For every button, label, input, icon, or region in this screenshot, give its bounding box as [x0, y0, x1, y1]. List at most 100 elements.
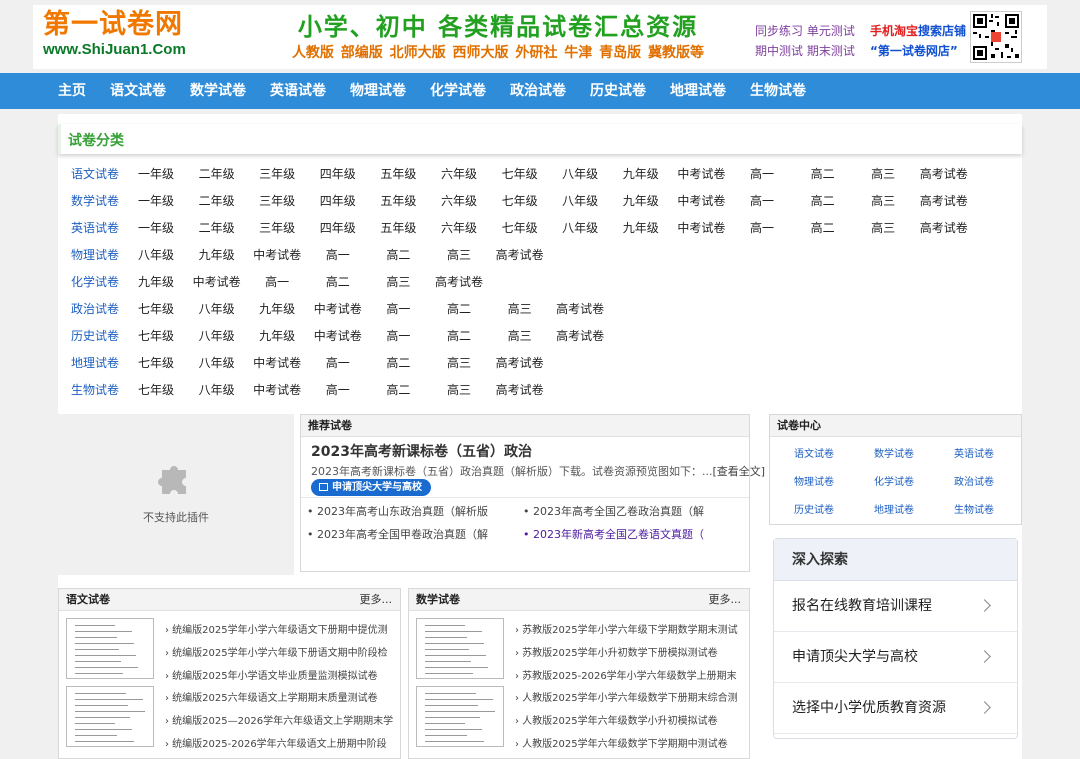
category-link[interactable]: 六年级: [429, 218, 489, 238]
category-link[interactable]: 中考试卷: [671, 191, 731, 211]
category-link[interactable]: 高考试卷: [429, 272, 489, 292]
category-row-head[interactable]: 地理试卷: [65, 353, 125, 373]
nav-item-1[interactable]: 语文试卷: [110, 73, 166, 109]
view-full-link[interactable]: [查看全文]: [712, 465, 765, 478]
recommend-list-item[interactable]: • 2023年高考全国乙卷政治真题（解: [523, 503, 704, 519]
exam-center-link[interactable]: 数学试卷: [854, 445, 934, 460]
category-link[interactable]: 六年级: [429, 164, 489, 184]
exam-list-item[interactable]: › 人教版2025学年小学六年级数学下册期末综合测: [515, 689, 738, 704]
category-link[interactable]: 中考试卷: [247, 353, 307, 373]
category-link[interactable]: 九年级: [611, 191, 671, 211]
category-link[interactable]: 四年级: [308, 218, 368, 238]
exam-list-item[interactable]: › 统编版2025六年级语文上学期期末质量测试卷: [165, 689, 378, 704]
category-row-head[interactable]: 政治试卷: [65, 299, 125, 319]
recommend-list-item[interactable]: • 2023年新高考全国乙卷语文真题（: [523, 526, 704, 542]
category-link[interactable]: 九年级: [611, 218, 671, 238]
category-link[interactable]: 八年级: [187, 299, 247, 319]
exam-center-link[interactable]: 政治试卷: [934, 473, 1014, 488]
category-link[interactable]: 八年级: [187, 380, 247, 400]
category-link[interactable]: 七年级: [490, 218, 550, 238]
category-link[interactable]: 中考试卷: [247, 380, 307, 400]
category-link[interactable]: 高一: [308, 353, 368, 373]
category-link[interactable]: 高二: [429, 326, 489, 346]
category-link[interactable]: 高一: [732, 218, 792, 238]
category-link[interactable]: 八年级: [550, 191, 610, 211]
category-link[interactable]: 高考试卷: [490, 380, 550, 400]
category-link[interactable]: 中考试卷: [671, 164, 731, 184]
category-link[interactable]: 五年级: [368, 191, 428, 211]
exam-thumbnail[interactable]: [416, 686, 504, 747]
category-link[interactable]: 高一: [732, 164, 792, 184]
category-link[interactable]: 二年级: [187, 218, 247, 238]
category-link[interactable]: 高三: [429, 353, 489, 373]
exam-center-link[interactable]: 物理试卷: [774, 473, 854, 488]
category-link[interactable]: 高考试卷: [914, 164, 974, 184]
category-link[interactable]: 高二: [793, 218, 853, 238]
category-link[interactable]: 高二: [368, 245, 428, 265]
explore-item[interactable]: 报名在线教育培训课程: [774, 581, 1017, 632]
nav-item-4[interactable]: 物理试卷: [350, 73, 406, 109]
category-link[interactable]: 高二: [429, 299, 489, 319]
category-link[interactable]: 高考试卷: [490, 245, 550, 265]
category-link[interactable]: 高三: [490, 299, 550, 319]
category-link[interactable]: 八年级: [187, 326, 247, 346]
category-link[interactable]: 高一: [368, 326, 428, 346]
category-link[interactable]: 九年级: [247, 326, 307, 346]
category-link[interactable]: 八年级: [550, 218, 610, 238]
nav-item-3[interactable]: 英语试卷: [270, 73, 326, 109]
category-link[interactable]: 八年级: [126, 245, 186, 265]
category-link[interactable]: 高二: [368, 353, 428, 373]
exam-list-item[interactable]: › 苏教版2025学年小学六年级下学期数学期末测试: [515, 621, 738, 636]
category-link[interactable]: 高三: [853, 191, 913, 211]
category-link[interactable]: 高二: [308, 272, 368, 292]
category-link[interactable]: 四年级: [308, 191, 368, 211]
category-link[interactable]: 中考试卷: [308, 326, 368, 346]
category-link[interactable]: 中考试卷: [308, 299, 368, 319]
exam-center-link[interactable]: 历史试卷: [774, 501, 854, 516]
category-link[interactable]: 一年级: [126, 164, 186, 184]
category-link[interactable]: 高一: [308, 245, 368, 265]
exam-thumbnail[interactable]: [416, 618, 504, 679]
exam-thumbnail[interactable]: [66, 686, 154, 747]
category-link[interactable]: 二年级: [187, 164, 247, 184]
exam-center-link[interactable]: 化学试卷: [854, 473, 934, 488]
exam-list-item[interactable]: › 统编版2025—2026学年六年级语文上学期期末学: [165, 712, 393, 727]
category-link[interactable]: 高考试卷: [490, 353, 550, 373]
recommend-list-item[interactable]: • 2023年高考山东政治真题（解析版: [307, 503, 488, 519]
math-more-link[interactable]: 更多...: [709, 589, 742, 611]
category-link[interactable]: 高二: [368, 380, 428, 400]
category-link[interactable]: 七年级: [126, 353, 186, 373]
nav-item-0[interactable]: 主页: [58, 73, 86, 109]
category-link[interactable]: 高三: [853, 218, 913, 238]
category-link[interactable]: 三年级: [247, 191, 307, 211]
category-link[interactable]: 高二: [793, 164, 853, 184]
exam-center-link[interactable]: 语文试卷: [774, 445, 854, 460]
category-row-head[interactable]: 语文试卷: [65, 164, 125, 184]
category-link[interactable]: 一年级: [126, 191, 186, 211]
exam-list-item[interactable]: › 苏教版2025学年小升初数学下册模拟测试卷: [515, 644, 718, 659]
category-link[interactable]: 八年级: [550, 164, 610, 184]
category-link[interactable]: 九年级: [611, 164, 671, 184]
category-link[interactable]: 四年级: [308, 164, 368, 184]
recommend-list-item[interactable]: • 2023年高考全国甲卷政治真题（解: [307, 526, 488, 542]
nav-item-9[interactable]: 生物试卷: [750, 73, 806, 109]
chinese-more-link[interactable]: 更多...: [360, 589, 393, 611]
category-row-head[interactable]: 历史试卷: [65, 326, 125, 346]
category-link[interactable]: 高考试卷: [914, 191, 974, 211]
category-link[interactable]: 高一: [732, 191, 792, 211]
exam-center-link[interactable]: 英语试卷: [934, 445, 1014, 460]
category-link[interactable]: 高二: [793, 191, 853, 211]
category-link[interactable]: 中考试卷: [247, 245, 307, 265]
category-link[interactable]: 七年级: [490, 164, 550, 184]
category-link[interactable]: 高三: [490, 326, 550, 346]
category-row-head[interactable]: 化学试卷: [65, 272, 125, 292]
category-link[interactable]: 高三: [368, 272, 428, 292]
explore-item[interactable]: 选择中小学优质教育资源: [774, 683, 1017, 734]
recommend-title[interactable]: 2023年高考新课标卷（五省）政治: [311, 441, 532, 461]
nav-item-6[interactable]: 政治试卷: [510, 73, 566, 109]
category-link[interactable]: 高三: [429, 380, 489, 400]
category-link[interactable]: 高三: [853, 164, 913, 184]
category-link[interactable]: 三年级: [247, 218, 307, 238]
category-link[interactable]: 九年级: [187, 245, 247, 265]
site-logo[interactable]: 第一试卷网 www.ShiJuan1.Com: [43, 9, 233, 59]
